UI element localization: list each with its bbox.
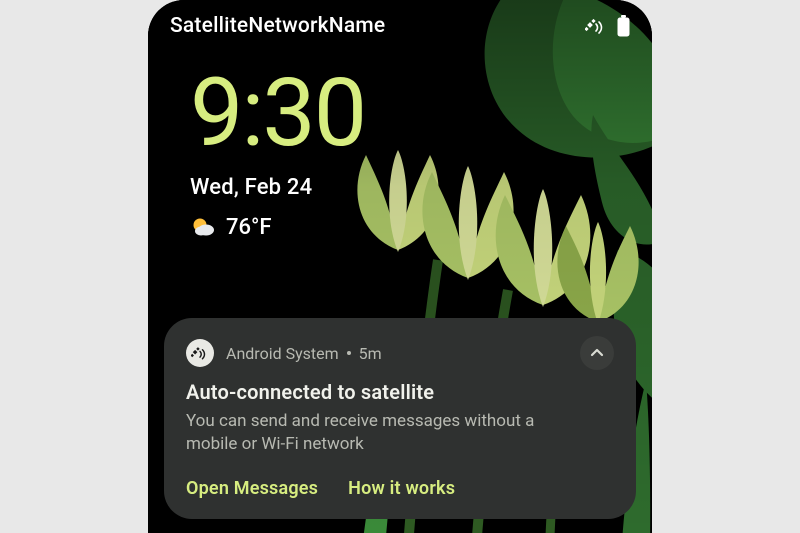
how-it-works-button[interactable]: How it works <box>348 478 455 499</box>
notification-source: Android System 5m <box>226 344 382 363</box>
satellite-app-icon <box>186 339 214 367</box>
expand-toggle-button[interactable] <box>580 336 614 370</box>
separator-dot <box>347 351 351 355</box>
notification-header: Android System 5m <box>186 336 614 370</box>
chevron-up-icon <box>589 345 605 361</box>
battery-icon <box>617 15 630 37</box>
status-bar: SatelliteNetworkName <box>148 14 652 38</box>
lockscreen-info: 9:30 Wed, Feb 24 76°F <box>190 66 365 240</box>
notification-title: Auto-connected to satellite <box>186 380 614 404</box>
notification-app-name: Android System <box>226 344 339 363</box>
date: Wed, Feb 24 <box>190 175 365 200</box>
notification-card[interactable]: Android System 5m Auto-connected to sate… <box>164 318 636 519</box>
notification-actions: Open Messages How it works <box>186 478 614 499</box>
phone-frame: SatelliteNetworkName <box>148 0 652 533</box>
clock-time: 9:30 <box>190 66 365 161</box>
notification-age: 5m <box>359 344 382 363</box>
network-name: SatelliteNetworkName <box>170 14 385 38</box>
screenshot-stage: SatelliteNetworkName <box>0 0 800 533</box>
weather-icon <box>190 214 216 240</box>
notification-body: You can send and receive messages withou… <box>186 410 580 456</box>
weather-temp: 76°F <box>226 215 272 240</box>
weather: 76°F <box>190 214 365 240</box>
open-messages-button[interactable]: Open Messages <box>186 478 318 499</box>
status-icons <box>585 15 630 37</box>
satellite-signal-icon <box>585 17 607 35</box>
